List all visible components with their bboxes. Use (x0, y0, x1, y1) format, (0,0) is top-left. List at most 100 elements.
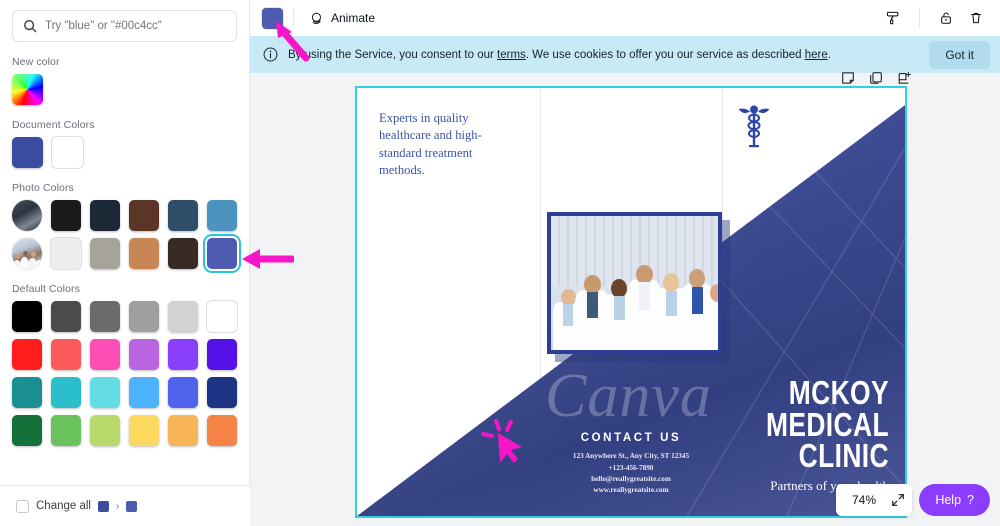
default-color-swatch[interactable] (207, 415, 237, 446)
default-color-swatch[interactable] (51, 415, 81, 446)
default-color-swatch[interactable] (129, 377, 159, 408)
document-color-swatch[interactable] (12, 137, 43, 168)
default-color-swatch[interactable] (207, 377, 237, 408)
change-all-to-chip (126, 500, 138, 512)
default-color-swatch[interactable] (51, 377, 81, 408)
help-question-icon: ? (967, 493, 974, 507)
default-color-swatch[interactable] (168, 377, 198, 408)
default-color-swatch[interactable] (12, 339, 42, 370)
search-icon (24, 20, 37, 33)
cookie-text-after: . (827, 48, 831, 61)
zoom-controls: 74% (835, 484, 912, 516)
photo-colors-row-1 (0, 200, 249, 231)
chevron-right-icon: › (115, 500, 120, 512)
info-icon (263, 47, 278, 62)
clinic-name-line-3: CLINIC (798, 437, 889, 475)
color-picker-swatch[interactable] (12, 74, 43, 105)
active-color-swatch-button[interactable] (262, 7, 283, 29)
photo-color-swatch[interactable] (207, 200, 237, 231)
brochure-design[interactable]: Experts in quality healthcare and high-s… (355, 86, 907, 518)
paint-roller-button[interactable] (879, 4, 907, 32)
contact-email: hello@reallygreatsite.com (591, 474, 671, 483)
default-color-swatch[interactable] (51, 301, 81, 332)
photo-color-swatch[interactable] (168, 238, 198, 269)
color-search-box[interactable] (12, 10, 237, 42)
default-colors-row (0, 377, 249, 408)
photo-colors-row-2 (0, 238, 249, 269)
photo-color-swatch[interactable] (168, 200, 198, 231)
canvas-stage: Experts in quality healthcare and high-s… (250, 74, 1000, 526)
photo-color-swatch[interactable] (51, 238, 81, 269)
got-it-button[interactable]: Got it (929, 40, 990, 69)
default-color-swatch[interactable] (12, 301, 42, 332)
team-photo[interactable] (547, 212, 722, 354)
editor-main: Animate By using the Service, you consen… (250, 0, 1000, 526)
document-color-swatch[interactable] (52, 137, 83, 168)
help-label: Help (935, 493, 962, 507)
default-color-swatch[interactable] (90, 301, 120, 332)
fullscreen-icon[interactable] (890, 492, 906, 508)
default-color-swatch[interactable] (207, 339, 237, 370)
photo-thumbnail[interactable] (12, 238, 42, 269)
default-color-swatch[interactable] (51, 339, 81, 370)
here-link[interactable]: here (805, 49, 828, 61)
new-color-label: New color (12, 56, 60, 68)
photo-color-swatch[interactable] (129, 200, 159, 231)
default-color-swatch[interactable] (12, 377, 42, 408)
lock-button[interactable] (932, 4, 960, 32)
clinic-name-line-1: MCKOY (788, 373, 889, 411)
photo-color-swatch[interactable] (90, 200, 120, 231)
toolbar-right-tools (879, 4, 990, 32)
default-color-swatch[interactable] (168, 339, 198, 370)
default-color-swatch[interactable] (129, 339, 159, 370)
default-color-swatch[interactable] (207, 301, 237, 332)
canva-editor: New color Document Colors Photo Colors (0, 0, 1000, 526)
color-sidebar: New color Document Colors Photo Colors (0, 0, 250, 526)
default-color-swatch[interactable] (129, 415, 159, 446)
cookie-text-middle: . We use cookies to offer you our servic… (525, 48, 805, 61)
photo-color-swatch[interactable] (51, 200, 81, 231)
zoom-percent[interactable]: 74% (842, 493, 886, 507)
photo-content (551, 216, 718, 350)
intro-text[interactable]: Experts in quality healthcare and high-s… (379, 110, 519, 180)
animate-button[interactable]: Animate (304, 7, 381, 30)
animate-label: Animate (331, 11, 376, 25)
new-color-row (0, 74, 249, 105)
cookie-text: By using the Service, you consent to our… (288, 49, 831, 61)
delete-button[interactable] (962, 4, 990, 32)
lock-icon (941, 12, 951, 24)
photo-color-swatch-selected[interactable] (207, 238, 237, 269)
clinic-name[interactable]: MCKOY MEDICAL CLINIC (659, 373, 889, 475)
default-color-swatch[interactable] (90, 415, 120, 446)
document-colors-row (0, 137, 249, 168)
change-all-checkbox[interactable] (16, 499, 29, 513)
change-all-bar: Change all › (0, 485, 250, 526)
person (703, 284, 718, 350)
default-color-swatch[interactable] (129, 301, 159, 332)
default-color-swatch[interactable] (12, 415, 42, 446)
clinic-name-line-2: MEDICAL (765, 405, 889, 443)
avatar-people (12, 238, 42, 269)
caduceus-icon (738, 105, 770, 148)
default-color-swatch[interactable] (90, 377, 120, 408)
default-color-swatch[interactable] (90, 339, 120, 370)
cookie-text-before: By using the Service, you consent to our (288, 48, 498, 61)
change-all-from-chip (97, 500, 109, 512)
default-color-swatch[interactable] (168, 415, 198, 446)
default-color-swatch[interactable] (168, 301, 198, 332)
animate-icon (311, 12, 321, 24)
terms-link[interactable]: terms (497, 49, 526, 61)
photo-color-swatch[interactable] (90, 238, 120, 269)
default-colors-row (0, 339, 249, 370)
toolbar-divider (293, 8, 294, 28)
toolbar: Animate (250, 0, 1000, 36)
contact-website: www.reallygreatsite.com (593, 485, 669, 494)
paint-roller-icon (886, 11, 899, 25)
search-input[interactable] (45, 20, 226, 32)
photo-thumbnail[interactable] (12, 200, 42, 231)
help-button[interactable]: Help ? (919, 484, 990, 516)
toolbar-divider (919, 8, 920, 28)
document-colors-label: Document Colors (12, 119, 95, 131)
change-all-label: Change all (36, 500, 91, 512)
photo-color-swatch[interactable] (129, 238, 159, 269)
